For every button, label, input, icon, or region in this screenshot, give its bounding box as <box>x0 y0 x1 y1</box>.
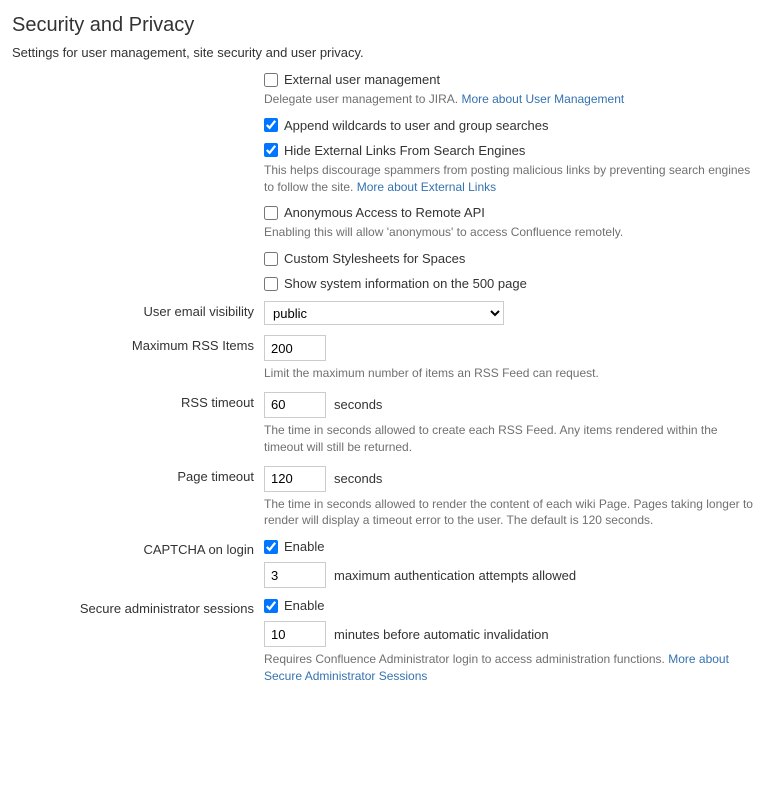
external-links-link[interactable]: More about External Links <box>357 180 496 194</box>
hide-external-links-checkbox[interactable] <box>264 143 278 157</box>
secure-admin-minutes-unit: minutes before automatic invalidation <box>334 627 549 642</box>
custom-stylesheets-label: Custom Stylesheets for Spaces <box>284 251 465 266</box>
captcha-label: CAPTCHA on login <box>12 539 264 557</box>
rss-timeout-label: RSS timeout <box>12 392 264 410</box>
settings-form: External user management Delegate user m… <box>12 72 757 685</box>
secure-admin-enable-label: Enable <box>284 598 324 613</box>
show-system-info-500-label: Show system information on the 500 page <box>284 276 527 291</box>
append-wildcards-checkbox[interactable] <box>264 118 278 132</box>
anonymous-remote-api-checkbox[interactable] <box>264 206 278 220</box>
captcha-attempts-input[interactable] <box>264 562 326 588</box>
email-visibility-select[interactable]: public <box>264 301 504 325</box>
page-timeout-unit: seconds <box>334 471 382 486</box>
external-user-management-help: Delegate user management to JIRA. More a… <box>264 91 757 108</box>
show-system-info-500-checkbox[interactable] <box>264 277 278 291</box>
rss-timeout-unit: seconds <box>334 397 382 412</box>
page-timeout-help: The time in seconds allowed to render th… <box>264 496 757 530</box>
external-user-management-label: External user management <box>284 72 440 87</box>
email-visibility-label: User email visibility <box>12 301 264 319</box>
anonymous-remote-api-label: Anonymous Access to Remote API <box>284 205 485 220</box>
max-rss-items-help: Limit the maximum number of items an RSS… <box>264 365 757 382</box>
custom-stylesheets-checkbox[interactable] <box>264 252 278 266</box>
rss-timeout-help: The time in seconds allowed to create ea… <box>264 422 757 456</box>
page-description: Settings for user management, site secur… <box>12 45 757 60</box>
page-title: Security and Privacy <box>12 14 757 37</box>
anonymous-remote-api-help: Enabling this will allow 'anonymous' to … <box>264 224 757 241</box>
external-user-management-checkbox[interactable] <box>264 73 278 87</box>
page-timeout-label: Page timeout <box>12 466 264 484</box>
secure-admin-help: Requires Confluence Administrator login … <box>264 651 757 685</box>
page-timeout-input[interactable] <box>264 466 326 492</box>
secure-admin-label: Secure administrator sessions <box>12 598 264 616</box>
captcha-enable-label: Enable <box>284 539 324 554</box>
hide-external-links-help: This helps discourage spammers from post… <box>264 162 757 196</box>
user-management-link[interactable]: More about User Management <box>461 92 624 106</box>
captcha-enable-checkbox[interactable] <box>264 540 278 554</box>
max-rss-items-input[interactable] <box>264 335 326 361</box>
append-wildcards-label: Append wildcards to user and group searc… <box>284 118 549 133</box>
secure-admin-enable-checkbox[interactable] <box>264 599 278 613</box>
secure-admin-minutes-input[interactable] <box>264 621 326 647</box>
max-rss-items-label: Maximum RSS Items <box>12 335 264 353</box>
captcha-attempts-unit: maximum authentication attempts allowed <box>334 568 576 583</box>
rss-timeout-input[interactable] <box>264 392 326 418</box>
security-privacy-page: Security and Privacy Settings for user m… <box>0 0 769 705</box>
hide-external-links-label: Hide External Links From Search Engines <box>284 143 525 158</box>
